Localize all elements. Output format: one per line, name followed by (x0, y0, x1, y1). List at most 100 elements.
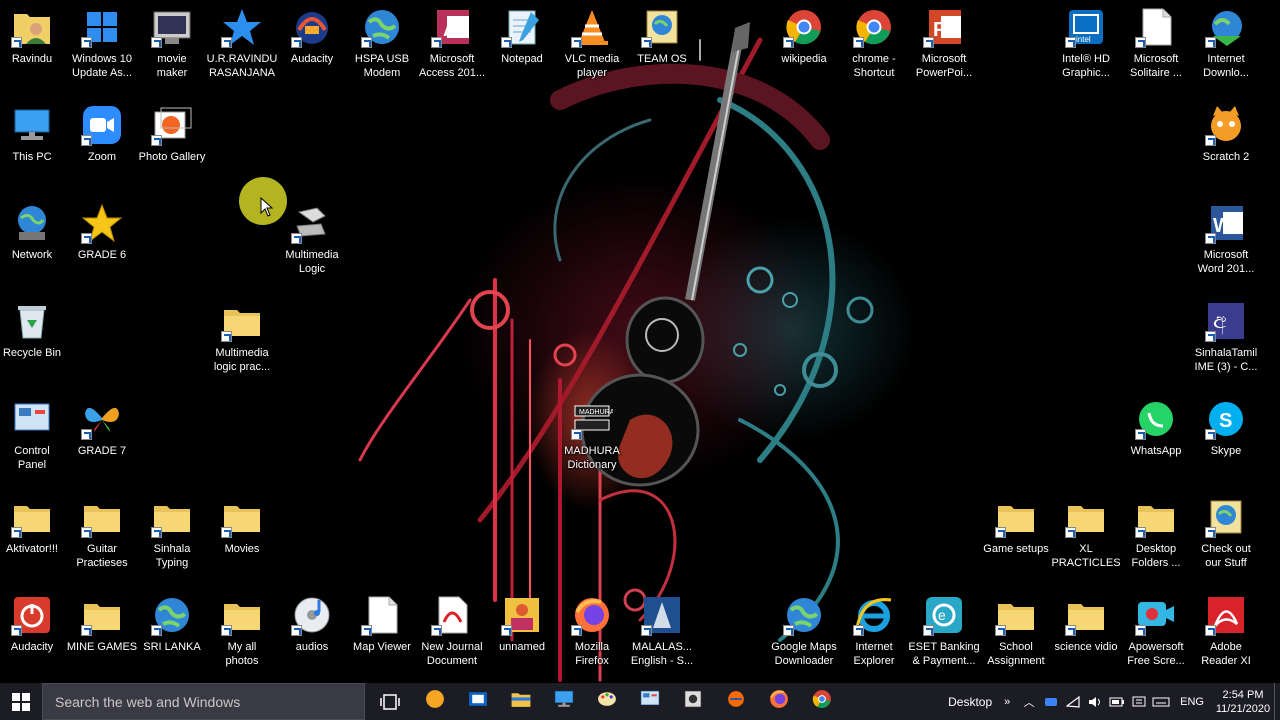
desktop-icon-desktop-folders[interactable]: Desktop Folders ... (1120, 490, 1192, 586)
desktop-icon-label: SinhalaTamil IME (3) - C... (1194, 347, 1258, 373)
toolbar-chevron-icon[interactable]: » (996, 683, 1018, 720)
shortcut-arrow-icon (1205, 429, 1216, 440)
desktop-icon-microsoft-solitaire[interactable]: Microsoft Solitaire ... (1120, 0, 1192, 96)
desktop-icon-sri-lanka[interactable]: SRI LANKA (136, 588, 208, 683)
desktop-icon-label: Sinhala Typing (153, 543, 191, 569)
desktop-icon-new-journal-document[interactable]: New Journal Document (416, 588, 488, 683)
desktop-icon-game-setups[interactable]: Game setups (980, 490, 1052, 586)
onedrive-icon[interactable] (1040, 683, 1062, 720)
taskbar-app-computer[interactable] (542, 683, 585, 720)
desktop-icon-movies[interactable]: Movies (206, 490, 278, 586)
desktop-icon-zoom[interactable]: Zoom (66, 98, 138, 194)
adobe-reader-icon (1205, 594, 1247, 636)
volume-icon[interactable] (1084, 683, 1106, 720)
desktop-icon-map-viewer[interactable]: Map Viewer (346, 588, 418, 683)
idm-globe-icon (1205, 6, 1247, 48)
input-language-indicator[interactable]: ENG (1172, 696, 1212, 708)
taskbar-app-control-panel[interactable] (628, 683, 671, 720)
desktop-icon-unnamed[interactable]: unnamed (486, 588, 558, 683)
desktop-icon-this-pc[interactable]: This PC (0, 98, 68, 194)
taskbar-app-chrome[interactable] (800, 683, 843, 720)
desktop-icon-ravindu[interactable]: Ravindu (0, 0, 68, 96)
screen-recorder-icon (1135, 594, 1177, 636)
desktop-icon-sinhalatamil-ime-3-c[interactable]: අ SinhalaTamil IME (3) - C... (1190, 294, 1262, 390)
desktop-icon-movie-maker[interactable]: movie maker (136, 0, 208, 96)
desktop-icon-internet-explorer[interactable]: Internet Explorer (838, 588, 910, 683)
desktop-icon-notepad[interactable]: Notepad (486, 0, 558, 96)
system-tray: Desktop » ︿ ENG 2:54 PM 11/21/2020 (940, 683, 1280, 720)
taskbar-app-file-explorer[interactable] (499, 683, 542, 720)
desktop[interactable]: Ravindu Windows 10 Update As... movie make… (0, 0, 1280, 683)
start-button[interactable] (0, 683, 42, 720)
desktop-icon-apowersoft-free-scre[interactable]: Apowersoft Free Scre... (1120, 588, 1192, 683)
desktop-icon-mozilla-firefox[interactable]: Mozilla Firefox (556, 588, 628, 683)
desktop-icon-label: Game setups (983, 543, 1049, 555)
desktop-icon-guitar-practieses[interactable]: Guitar Practieses (66, 490, 138, 586)
image-icon (501, 594, 543, 636)
desktop-icon-multimedia-logic[interactable]: Multimedia Logic (276, 196, 348, 292)
task-view-button[interactable] (367, 683, 413, 720)
desktop-icon-vlc-media-player[interactable]: VLC media player (556, 0, 628, 96)
desktop-icon-control-panel[interactable]: Control Panel (0, 392, 68, 488)
shortcut-arrow-icon (1065, 37, 1076, 48)
desktop-icon-school-assignment[interactable]: School Assignment (980, 588, 1052, 683)
desktop-icon-intel-hd-graphic[interactable]: intel Intel® HD Graphic... (1050, 0, 1122, 96)
desktop-icon-audios[interactable]: audios (276, 588, 348, 683)
desktop-icon-hspa-usb-modem[interactable]: HSPA USB Modem (346, 0, 418, 96)
desktop-icon-whatsapp[interactable]: WhatsApp (1120, 392, 1192, 488)
desktop-icon-u-r-ravindu-rasanjana[interactable]: U.R.RAVINDU RASANJANA (206, 0, 278, 96)
desktop-icon-microsoft-powerpoi[interactable]: P Microsoft PowerPoi... (908, 0, 980, 96)
desktop-icon-team-os[interactable]: TEAM OS (626, 0, 698, 96)
action-center-icon[interactable] (1128, 683, 1150, 720)
zoom-camera-icon (81, 104, 123, 146)
shortcut-arrow-icon (81, 233, 92, 244)
desktop-icon-photo-gallery[interactable]: Photo Gallery (136, 98, 208, 194)
desktop-icon-science-vidio[interactable]: science vidio (1050, 588, 1122, 683)
desktop-icon-wikipedia[interactable]: wikipedia (768, 0, 840, 96)
desktop-icon-audacity[interactable]: Audacity (276, 0, 348, 96)
desktop-icon-aktivator[interactable]: Aktivator!!! (0, 490, 68, 586)
desktop-icon-recycle-bin[interactable]: Recycle Bin (0, 294, 68, 390)
desktop-icon-eset-banking-payment[interactable]: e ESET Banking & Payment... (908, 588, 980, 683)
desktop-icon-microsoft-access-201[interactable]: A Microsoft Access 201... (416, 0, 488, 96)
taskbar-app-media-app[interactable] (671, 683, 714, 720)
shortcut-arrow-icon (221, 331, 232, 342)
desktop-icon-label: Movies (224, 543, 260, 555)
taskbar-app-orange-circle-app[interactable] (413, 683, 456, 720)
desktop-icon-multimedia-logic-prac[interactable]: Multimedia logic prac... (206, 294, 278, 390)
desktop-icon-windows-10-update-as[interactable]: Windows 10 Update As... (66, 0, 138, 96)
taskbar-app-orange-app[interactable] (714, 683, 757, 720)
desktop-icon-grade-6[interactable]: GRADE 6 (66, 196, 138, 292)
desktop-icon-label: Skype (1210, 445, 1242, 457)
touch-keyboard-icon[interactable] (1150, 683, 1172, 720)
taskbar-clock[interactable]: 2:54 PM 11/21/2020 (1212, 688, 1274, 716)
taskbar-app-paint[interactable] (585, 683, 628, 720)
desktop-icon-adobe-reader-xi[interactable]: Adobe Reader XI (1190, 588, 1262, 683)
taskbar-search-box[interactable]: Search the web and Windows (42, 683, 365, 720)
desktop-icon-scratch-2[interactable]: Scratch 2 (1190, 98, 1262, 194)
desktop-icon-grade-7[interactable]: GRADE 7 (66, 392, 138, 488)
firefox-icon (768, 688, 790, 715)
battery-icon[interactable] (1106, 683, 1128, 720)
desktop-icon-internet-downlo[interactable]: Internet Downlo... (1190, 0, 1262, 96)
desktop-icon-my-all-photos[interactable]: My all photos (206, 588, 278, 683)
desktop-icon-xl-practicles[interactable]: XL PRACTICLES (1050, 490, 1122, 586)
desktop-icon-malalas-english-s[interactable]: MALALAS... English - S... (626, 588, 698, 683)
desktop-icon-check-out-our-stuff[interactable]: Check out our Stuff (1190, 490, 1262, 586)
desktop-icon-sinhala-typing[interactable]: Sinhala Typing (136, 490, 208, 586)
wifi-icon[interactable] (1062, 683, 1084, 720)
desktop-icon-madhura-dictionary[interactable]: MADHURA MADHURA Dictionary (556, 392, 628, 488)
desktop-icon-chrome-shortcut[interactable]: chrome - Shortcut (838, 0, 910, 96)
show-desktop-button[interactable] (1274, 683, 1280, 720)
taskbar-app-outlook[interactable] (456, 683, 499, 720)
desktop-icon-skype[interactable]: S Skype (1190, 392, 1262, 488)
desktop-icon-microsoft-word-201[interactable]: W Microsoft Word 201... (1190, 196, 1262, 292)
desktop-icon-google-maps-downloader[interactable]: Google Maps Downloader (768, 588, 840, 683)
svg-text:MADHURA: MADHURA (579, 409, 613, 416)
desktop-icon-audacity[interactable]: Audacity (0, 588, 68, 683)
desktop-icon-network[interactable]: Network (0, 196, 68, 292)
taskbar-app-firefox[interactable] (757, 683, 800, 720)
show-hidden-icons-icon[interactable]: ︿ (1018, 683, 1040, 720)
desktop-icon-mine-games[interactable]: MINE GAMES (66, 588, 138, 683)
desktop-toolbar-label[interactable]: Desktop (940, 695, 996, 709)
